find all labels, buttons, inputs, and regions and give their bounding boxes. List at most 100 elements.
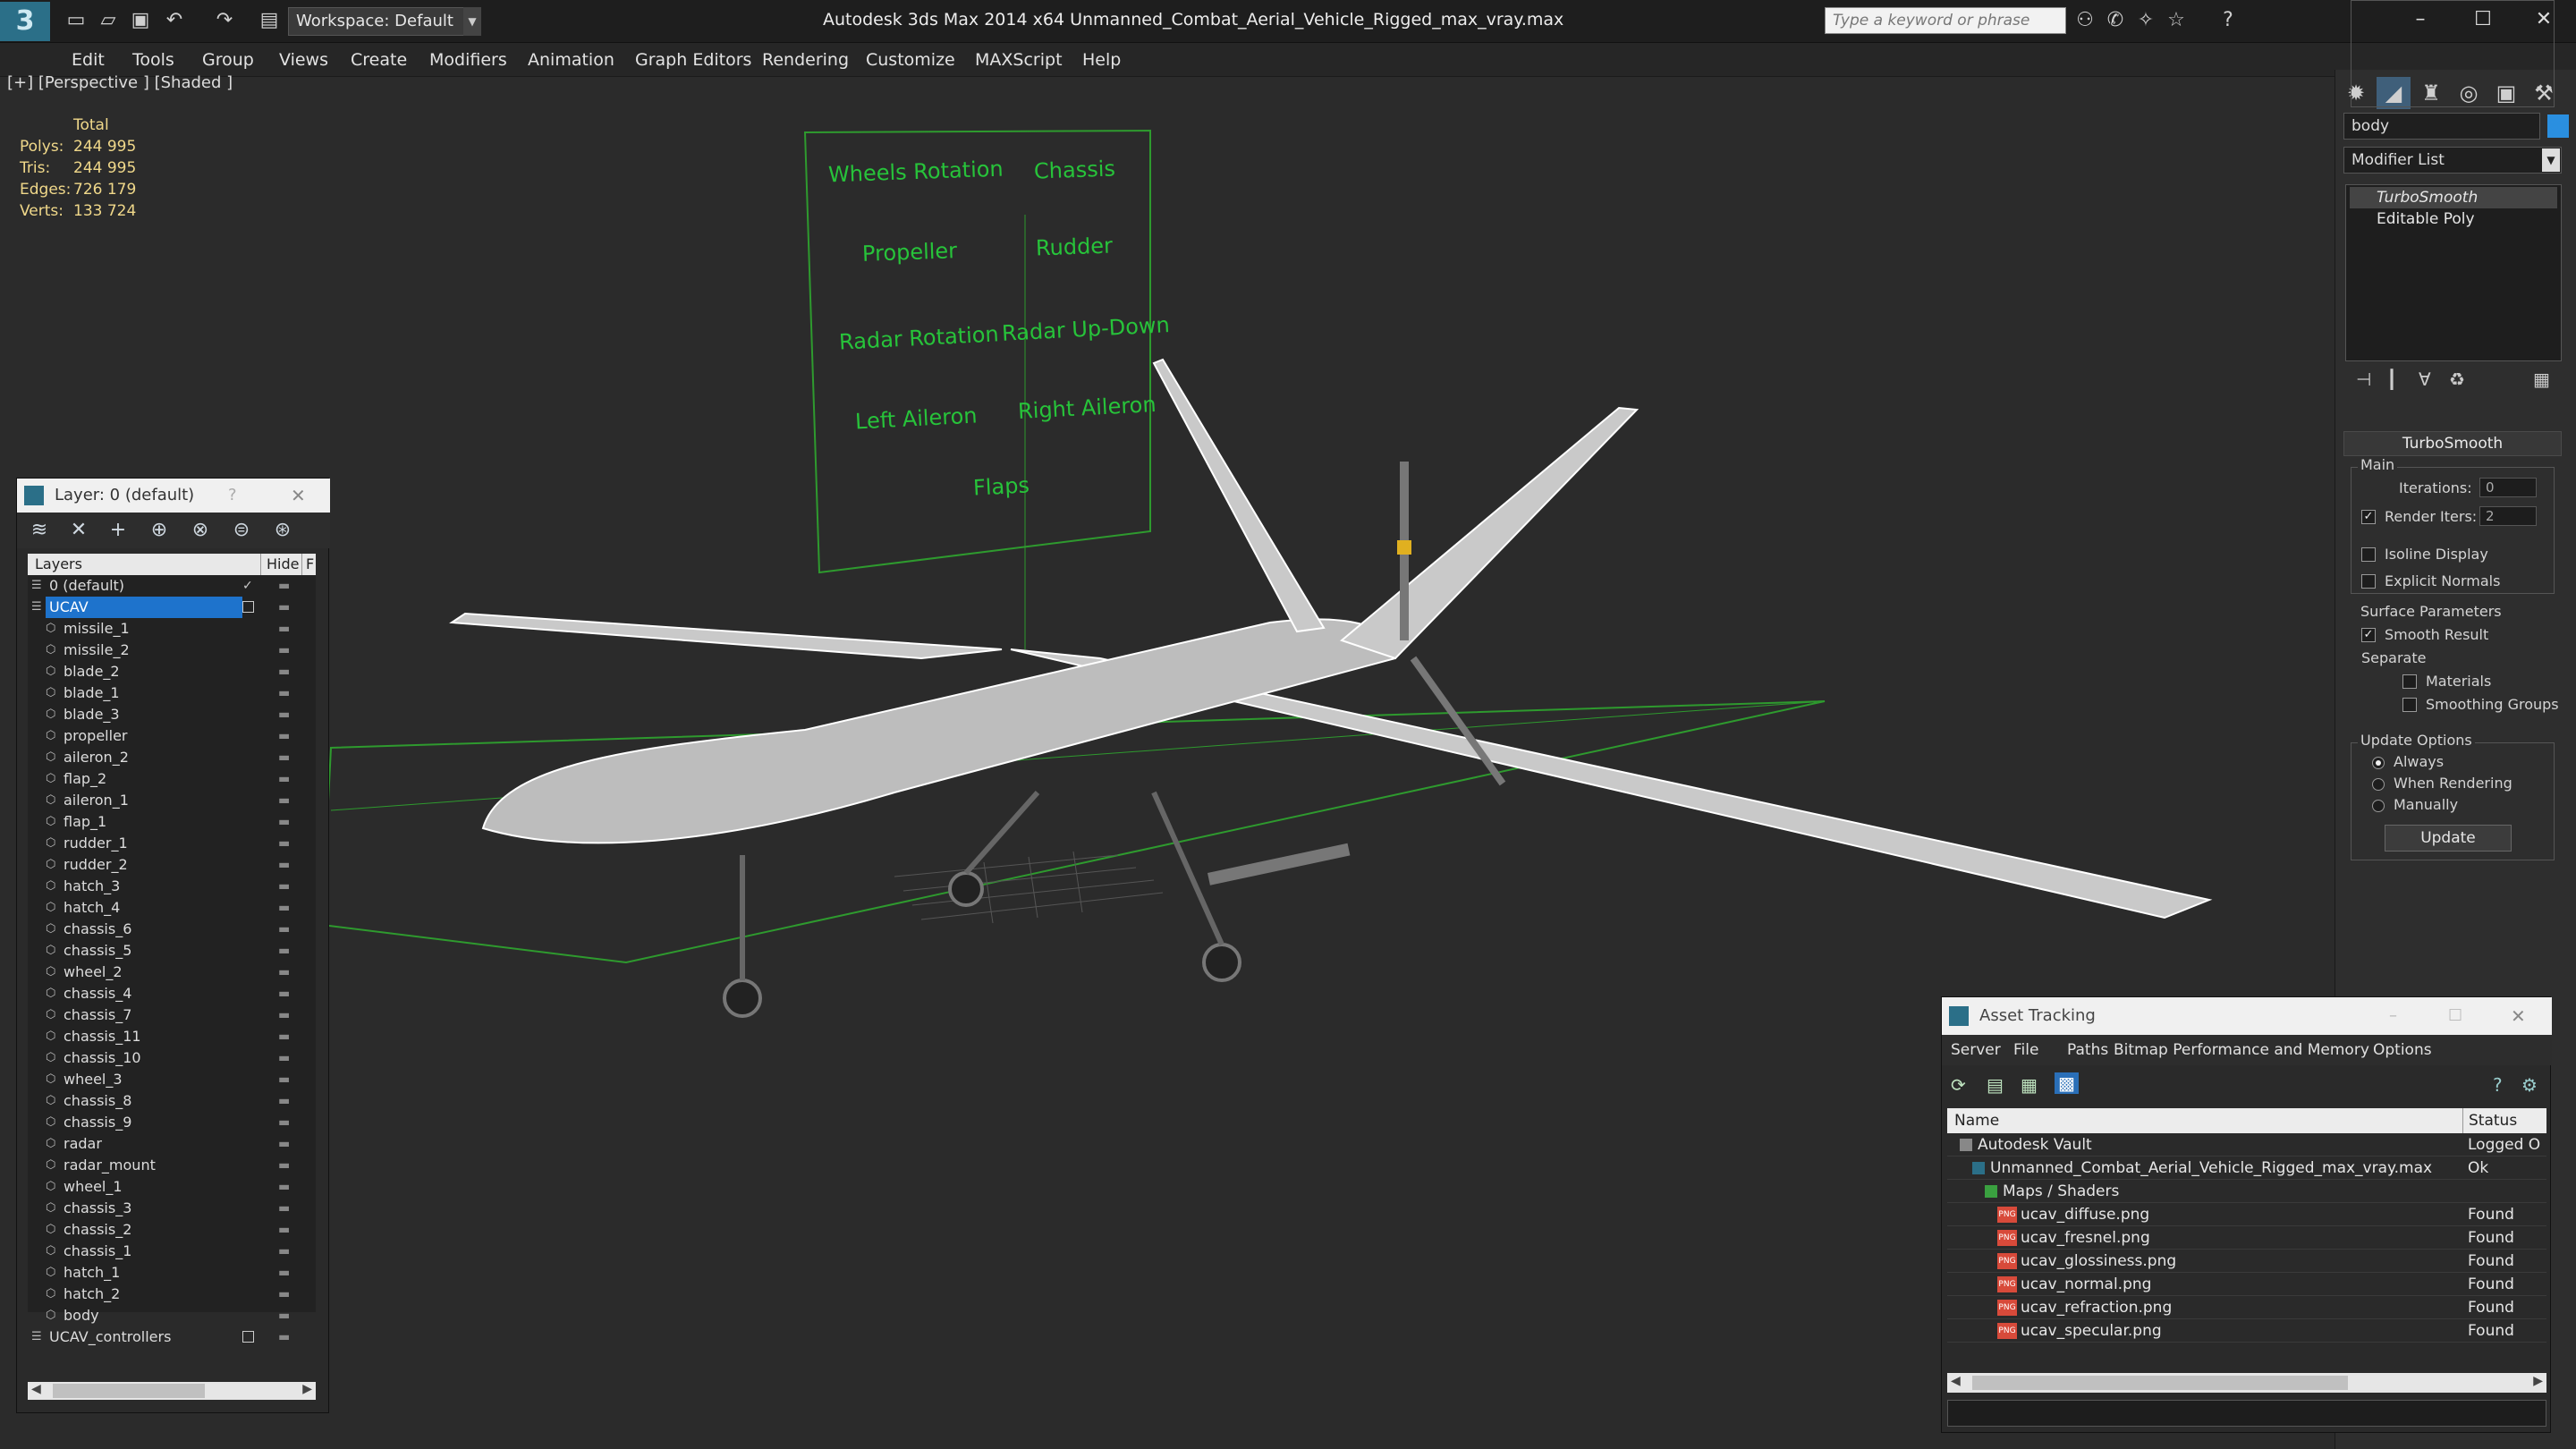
asset-menu-server[interactable]: Server: [1951, 1035, 2001, 1065]
layer-row[interactable]: ⬡ wheel_1 ▬: [28, 1176, 316, 1198]
make-unique-icon[interactable]: ∀: [2419, 369, 2431, 390]
hide-toggle[interactable]: ▬: [278, 597, 290, 618]
hide-toggle[interactable]: ▬: [278, 919, 290, 940]
pin-stack-icon[interactable]: ⊣: [2356, 369, 2371, 390]
asset-path-field[interactable]: [1947, 1400, 2546, 1427]
app-logo-icon[interactable]: 3: [0, 2, 50, 41]
menu-modifiers[interactable]: Modifiers: [429, 43, 507, 77]
layer-row[interactable]: ⬡ flap_2 ▬: [28, 768, 316, 790]
set-current-layer-box[interactable]: [242, 601, 254, 613]
asset-row[interactable]: PNG ucav_normal.png Found: [1947, 1273, 2546, 1296]
layer-row[interactable]: ⬡ hatch_2 ▬: [28, 1284, 316, 1305]
scroll-left-icon[interactable]: ◀: [1951, 1374, 1961, 1388]
layer-row[interactable]: ⬡ aileron_1 ▬: [28, 790, 316, 811]
help-icon[interactable]: ?: [2215, 7, 2241, 34]
hide-toggle[interactable]: ▬: [278, 897, 290, 919]
layer-row[interactable]: ⬡ wheel_3 ▬: [28, 1069, 316, 1090]
explicit-normals-checkbox[interactable]: [2361, 574, 2376, 589]
update-button[interactable]: Update: [2385, 825, 2512, 852]
when-rendering-radio[interactable]: [2372, 778, 2385, 791]
hide-toggle[interactable]: ▬: [278, 1133, 290, 1155]
hide-toggle[interactable]: ▬: [278, 1262, 290, 1284]
menu-customize[interactable]: Customize: [866, 43, 955, 77]
scroll-right-icon[interactable]: ▶: [2533, 1374, 2543, 1388]
chevron-down-icon[interactable]: ▼: [2542, 148, 2560, 172]
ctl-label-rudder[interactable]: Rudder: [1036, 233, 1114, 261]
select-objects-icon[interactable]: ⊕: [146, 518, 173, 543]
hide-toggle[interactable]: ▬: [278, 983, 290, 1004]
minimize-icon[interactable]: –: [2389, 997, 2397, 1035]
layer-row[interactable]: ⬡ flap_1 ▬: [28, 811, 316, 833]
layer-row[interactable]: ⬡ radar_mount ▬: [28, 1155, 316, 1176]
layer-row[interactable]: ⬡ radar ▬: [28, 1133, 316, 1155]
menu-views[interactable]: Views: [279, 43, 328, 77]
stack-item-turbosmooth[interactable]: TurboSmooth: [2350, 187, 2557, 208]
hide-toggle[interactable]: ▬: [278, 962, 290, 983]
asset-row[interactable]: PNG ucav_glossiness.png Found: [1947, 1250, 2546, 1273]
menu-group[interactable]: Group: [202, 43, 254, 77]
ctl-label-propeller[interactable]: Propeller: [862, 238, 958, 267]
favorites-icon[interactable]: ✧: [2132, 7, 2159, 34]
hide-toggle[interactable]: ▬: [278, 1326, 290, 1348]
hide-toggle[interactable]: ▬: [278, 1176, 290, 1198]
iterations-spinner[interactable]: 0: [2479, 478, 2537, 497]
hide-toggle[interactable]: ▬: [278, 1241, 290, 1262]
col-hide[interactable]: Hide: [260, 554, 299, 575]
scroll-thumb[interactable]: [1972, 1376, 2348, 1390]
hide-toggle[interactable]: ▬: [278, 661, 290, 682]
hide-toggle[interactable]: ▬: [278, 704, 290, 725]
chevron-down-icon[interactable]: ▼: [463, 7, 481, 36]
new-layer-icon[interactable]: ≋: [26, 518, 53, 543]
search-input[interactable]: Type a keyword or phrase: [1825, 7, 2066, 34]
save-icon[interactable]: ▣: [127, 7, 154, 34]
smooth-result-checkbox[interactable]: ✓: [2361, 628, 2376, 642]
hide-toggle[interactable]: ▬: [278, 811, 290, 833]
layer-row[interactable]: ☰ 0 (default) ✓ ▬: [28, 575, 316, 597]
menu-create[interactable]: Create: [351, 43, 407, 77]
scroll-thumb[interactable]: [53, 1384, 205, 1398]
help-icon[interactable]: ?: [2493, 1074, 2503, 1096]
manually-radio[interactable]: [2372, 800, 2385, 812]
hide-toggle[interactable]: ▬: [278, 1305, 290, 1326]
layer-row[interactable]: ⬡ blade_3 ▬: [28, 704, 316, 725]
hide-toggle[interactable]: ▬: [278, 768, 290, 790]
layer-row[interactable]: ⬡ wheel_2 ▬: [28, 962, 316, 983]
hide-toggle[interactable]: ▬: [278, 1155, 290, 1176]
hide-toggle[interactable]: ▬: [278, 725, 290, 747]
col-f[interactable]: F: [301, 554, 314, 575]
asset-row[interactable]: PNG ucav_fresnel.png Found: [1947, 1226, 2546, 1250]
scroll-right-icon[interactable]: ▶: [302, 1382, 312, 1396]
menu-maxscript[interactable]: MAXScript: [975, 43, 1063, 77]
modifier-list-dropdown[interactable]: Modifier List: [2343, 147, 2562, 174]
refresh-icon[interactable]: ⟳: [1951, 1074, 1966, 1096]
layer-row[interactable]: ⬡ blade_1 ▬: [28, 682, 316, 704]
always-radio[interactable]: [2372, 757, 2385, 769]
menu-edit[interactable]: Edit: [72, 43, 105, 77]
asset-menu-options[interactable]: Options: [2373, 1035, 2432, 1065]
current-layer-check-icon[interactable]: ✓: [242, 575, 253, 597]
turbosmooth-rollout[interactable]: TurboSmooth: [2343, 431, 2562, 456]
workspace-dropdown[interactable]: Workspace: Default: [288, 7, 481, 36]
asset-menu-paths[interactable]: Paths: [2067, 1035, 2108, 1065]
layer-row[interactable]: ⬡ chassis_11 ▬: [28, 1026, 316, 1047]
col-status[interactable]: Status: [2462, 1108, 2517, 1133]
scroll-left-icon[interactable]: ◀: [31, 1382, 41, 1396]
layer-row[interactable]: ☰ UCAV_controllers ▬: [28, 1326, 316, 1348]
object-name-field[interactable]: body: [2343, 113, 2540, 140]
undo-icon[interactable]: ↶: [161, 7, 188, 34]
asset-row[interactable]: Autodesk Vault Logged O: [1947, 1133, 2546, 1157]
hide-toggle[interactable]: ▬: [278, 876, 290, 897]
hide-toggle[interactable]: ▬: [278, 575, 290, 597]
add-to-layer-icon[interactable]: +: [105, 518, 131, 543]
layer-window-titlebar[interactable]: Layer: 0 (default) ? ✕: [17, 479, 330, 513]
open-file-icon[interactable]: ▱: [95, 7, 122, 34]
communication-icon[interactable]: ✆: [2102, 7, 2129, 34]
asset-menu-file[interactable]: File: [2013, 1035, 2038, 1065]
star-icon[interactable]: ☆: [2163, 7, 2190, 34]
layer-row[interactable]: ⬡ chassis_3 ▬: [28, 1198, 316, 1219]
asset-row[interactable]: PNG ucav_specular.png Found: [1947, 1319, 2546, 1343]
layer-row[interactable]: ⬡ chassis_10 ▬: [28, 1047, 316, 1069]
menu-animation[interactable]: Animation: [528, 43, 614, 77]
help-icon[interactable]: ?: [228, 479, 237, 513]
layer-row[interactable]: ⬡ missile_1 ▬: [28, 618, 316, 640]
